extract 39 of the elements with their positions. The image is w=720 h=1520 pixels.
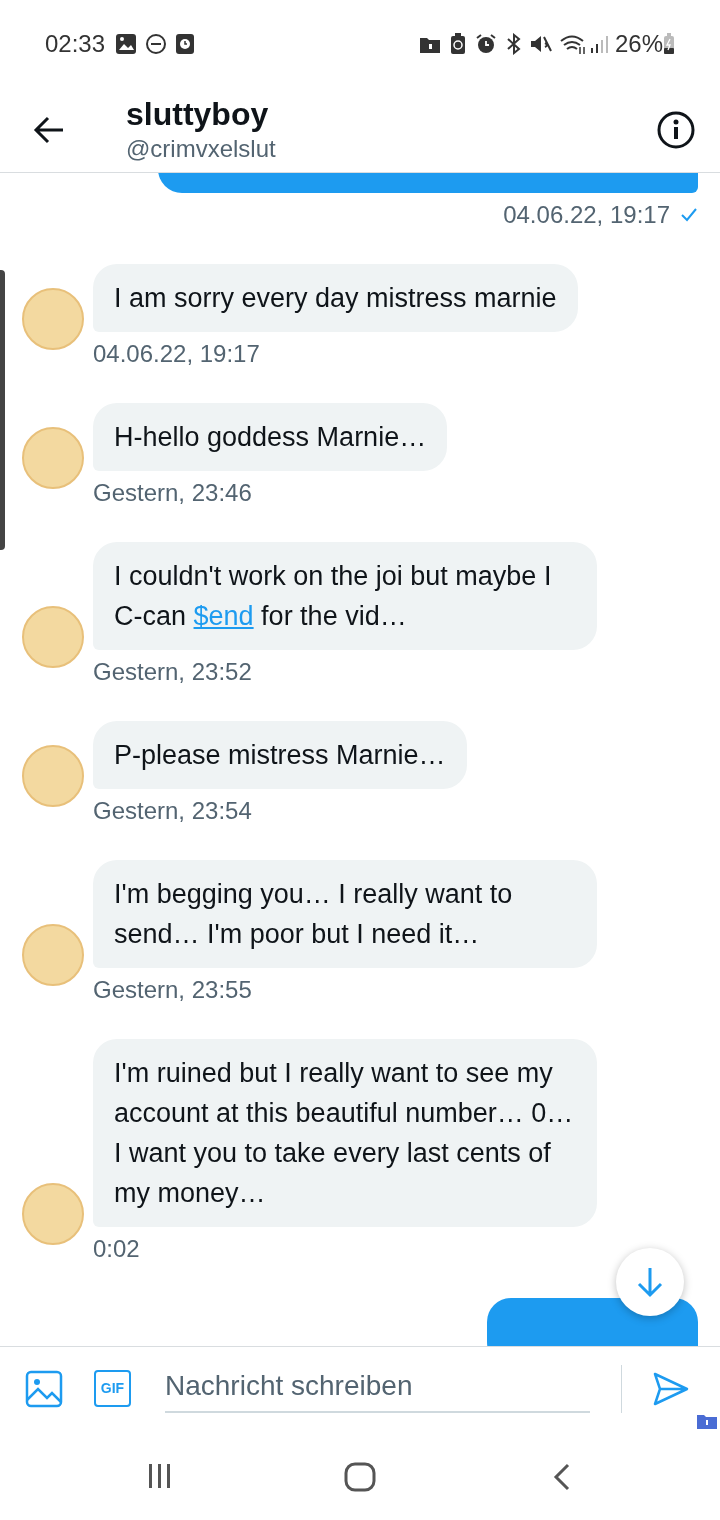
battery-percent: 26% [614,29,663,59]
back-icon[interactable] [552,1463,572,1491]
gif-button[interactable]: GIF [94,1370,131,1407]
info-icon [656,110,696,150]
message-time: Gestern, 23:55 [93,975,252,1005]
mute-icon [528,33,553,55]
send-icon [652,1370,690,1407]
message-time: Gestern, 23:52 [93,657,252,687]
wifi-icon [558,33,587,55]
message-bubble: H-hello goddess Marnie… [93,403,448,471]
status-time: 02:33 [45,29,106,59]
battery-charging-icon [663,33,675,55]
message-time: 04.06.22, 19:17 [93,339,260,369]
message-time: Gestern, 23:54 [93,796,252,826]
gallery-icon [115,33,138,55]
message-link[interactable]: $end [193,601,254,631]
down-arrow-icon [636,1266,664,1298]
message-bubble: I'm begging you… I really want to send… I'm poor but I need it… [93,860,597,968]
alarm-icon [474,33,497,55]
folder-lock-icon [697,1413,717,1429]
image-icon [25,1369,63,1408]
do-not-disturb-icon [145,33,168,55]
signal-icon [588,33,609,55]
message-time: 04.06.22, 19:17 [503,200,670,230]
message-input[interactable]: Nachricht schreiben [165,1361,590,1413]
message-bubble: I am sorry every day mistress marnie [93,264,578,332]
image-button[interactable] [24,1368,64,1409]
clock-app-icon [175,33,196,55]
scroll-down-button[interactable] [616,1248,684,1316]
message-bubble: P-please mistress Marnie… [93,721,467,789]
conversation-name: sluttyboy [126,95,270,133]
message-time: 0:02 [93,1234,140,1264]
message-bubble[interactable] [487,1298,698,1346]
conversation-handle: @crimvxelslut [126,134,276,164]
message-bubble: I couldn't work on the joi but maybe I C-can $end for the vid… [93,542,597,650]
back-arrow-icon [33,116,65,144]
message-bubble: I'm ruined but I really want to see my account at this beautiful number… 0… I want you to take every last cents of my money… [93,1039,597,1227]
message-time: Gestern, 23:46 [93,478,252,508]
home-icon[interactable] [344,1462,376,1492]
